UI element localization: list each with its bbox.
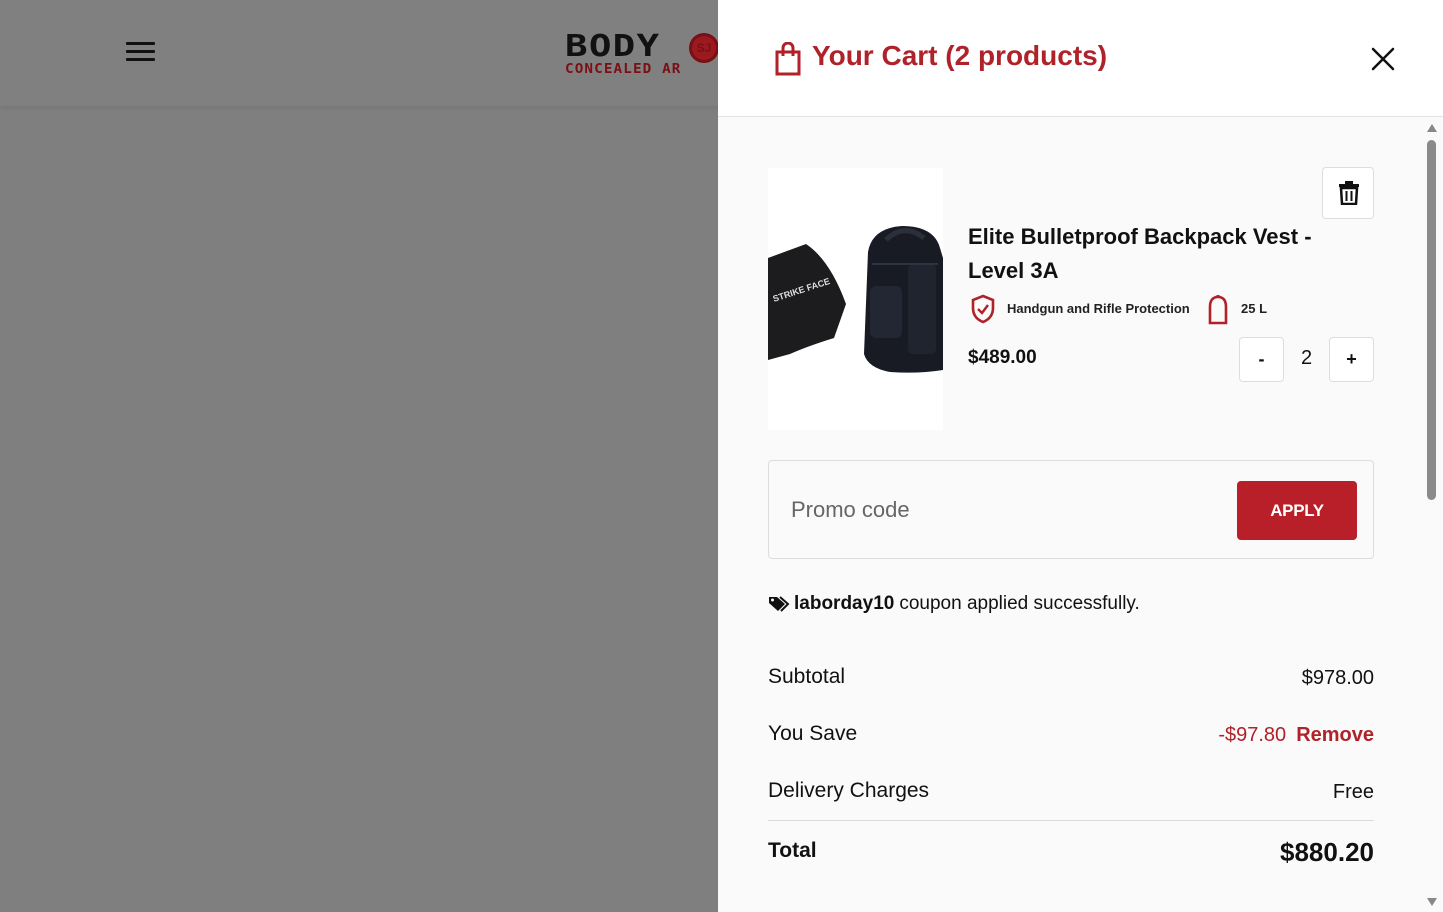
- product-image[interactable]: STRIKE FACE: [768, 168, 943, 430]
- feature-capacity-label: 25 L: [1241, 301, 1268, 316]
- summary-divider: [768, 820, 1374, 821]
- total-label: Total: [768, 839, 817, 862]
- product-price: $489.00: [968, 347, 1037, 368]
- quantity-decrease-button[interactable]: -: [1239, 337, 1284, 382]
- apply-promo-button[interactable]: APPLY: [1237, 481, 1357, 540]
- promo-code-box: APPLY: [768, 460, 1374, 559]
- coupon-code: laborday10: [794, 593, 895, 614]
- remove-item-button[interactable]: [1322, 167, 1374, 219]
- quantity-increase-button[interactable]: +: [1329, 337, 1374, 382]
- you-save-row: -$97.80 Remove: [1218, 724, 1374, 747]
- scrollbar-thumb[interactable]: [1427, 140, 1436, 500]
- promo-code-input[interactable]: [791, 489, 1211, 531]
- delivery-value: Free: [1332, 781, 1374, 803]
- shopping-bag-icon: [775, 42, 801, 76]
- scroll-up-arrow-icon[interactable]: [1427, 124, 1437, 132]
- cart-drawer: Your Cart (2 products) STRIKE FACE Elite…: [718, 0, 1443, 912]
- subtotal-value: $978.00: [1301, 667, 1374, 689]
- cart-header: Your Cart (2 products): [718, 0, 1443, 117]
- you-save-value: -$97.80: [1218, 724, 1287, 746]
- coupon-message: coupon applied successfully.: [899, 593, 1140, 614]
- backpack-icon: [1208, 295, 1228, 325]
- logo-wordmark-bottom: CONCEALED AR: [565, 62, 682, 77]
- logo-wordmark-top: BODY: [565, 33, 661, 64]
- total-value: $880.20: [1280, 837, 1374, 867]
- remove-coupon-link[interactable]: Remove: [1296, 724, 1374, 746]
- product-name[interactable]: Elite Bulletproof Backpack Vest - Level …: [968, 220, 1348, 288]
- trash-icon: [1339, 181, 1359, 205]
- hamburger-icon[interactable]: [126, 42, 156, 64]
- cart-title: Your Cart (2 products): [812, 40, 1108, 71]
- site-logo[interactable]: BODY SJ CONCEALED AR: [565, 33, 725, 81]
- feature-protection-label: Handgun and Rifle Protection: [1007, 301, 1190, 316]
- shield-check-icon: [971, 294, 995, 324]
- scroll-down-arrow-icon[interactable]: [1427, 898, 1437, 906]
- delivery-label: Delivery Charges: [768, 779, 930, 802]
- logo-mark: SJ: [689, 33, 719, 63]
- tag-icon: [769, 596, 790, 612]
- close-icon[interactable]: [1368, 44, 1398, 74]
- subtotal-label: Subtotal: [768, 665, 846, 688]
- scrollbar[interactable]: [1424, 120, 1438, 912]
- coupon-status: laborday10 coupon applied successfully.: [768, 593, 1140, 615]
- quantity-value: 2: [1300, 347, 1313, 369]
- you-save-label: You Save: [768, 722, 858, 745]
